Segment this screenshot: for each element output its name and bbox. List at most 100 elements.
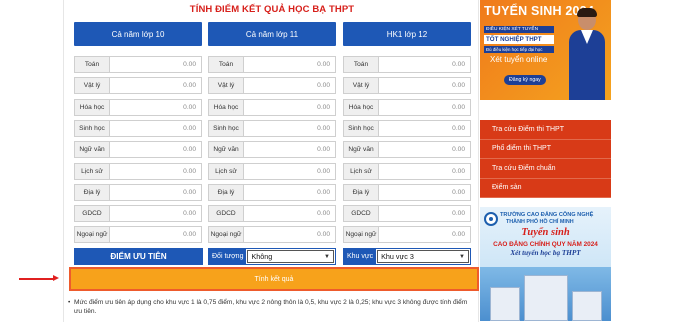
subject-label: GDCD — [344, 206, 379, 222]
score-row-grade11: GDCD 0.00 — [208, 205, 336, 223]
priority-group-label: Đối tượng — [209, 249, 247, 264]
score-input[interactable]: 0.00 — [110, 142, 201, 157]
college-headline: Tuyển sinh — [521, 227, 570, 238]
college-name-line1: TRƯỜNG CAO ĐẲNG CÔNG NGHỆ — [500, 212, 594, 218]
right-gutter — [612, 0, 680, 322]
subject-label: Vật lý — [75, 78, 110, 94]
score-input[interactable]: 0.00 — [379, 164, 470, 179]
score-row-grade10: GDCD 0.00 — [74, 205, 202, 223]
score-input[interactable]: 0.00 — [379, 100, 470, 115]
banner-line2: TỐT NGHIỆP THPT — [484, 35, 554, 44]
score-row-grade10: Lịch sử 0.00 — [74, 162, 202, 180]
subject-label: Vật lý — [344, 78, 379, 94]
score-input[interactable]: 0.00 — [379, 206, 470, 221]
score-input[interactable]: 0.00 — [110, 206, 201, 221]
region-value: Khu vực 3 — [381, 252, 414, 261]
priority-note-text: Mức điểm ưu tiên áp dụng cho khu vực 1 l… — [74, 299, 468, 315]
score-input[interactable]: 0.00 — [110, 57, 201, 72]
score-input[interactable]: 0.00 — [110, 227, 201, 242]
college-banner[interactable]: TRƯỜNG CAO ĐẲNG CÔNG NGHỆ THÀNH PHỐ HỒ C… — [480, 207, 611, 321]
score-input[interactable]: 0.00 — [110, 164, 201, 179]
subject-label: Ngoại ngữ — [75, 227, 110, 243]
column-header-grade12-hk1[interactable]: HK1 lớp 12 — [343, 22, 471, 46]
college-logo-icon — [484, 212, 498, 226]
score-row-grade12: Ngữ văn 0.00 — [343, 141, 471, 159]
calculate-button[interactable]: Tính kết quả — [69, 267, 479, 291]
score-row-grade10: Sinh học 0.00 — [74, 119, 202, 137]
score-input[interactable]: 0.00 — [379, 185, 470, 200]
score-row-grade12: Vật lý 0.00 — [343, 77, 471, 95]
student-photo — [565, 8, 609, 100]
score-input[interactable]: 0.00 — [244, 185, 335, 200]
subject-label: Ngữ văn — [209, 142, 244, 158]
score-input[interactable]: 0.00 — [110, 121, 201, 136]
sidebar-link-exam-scores[interactable]: Tra cứu Điểm thi THPT — [480, 120, 611, 140]
priority-group-dropdown[interactable]: Không ▼ — [247, 250, 334, 263]
banner-line1: ĐIỀU KIỆN XÉT TUYỂN — [484, 26, 554, 33]
arrow-right-icon — [19, 275, 59, 282]
score-input[interactable]: 0.00 — [379, 227, 470, 242]
admission-banner[interactable]: TUYỂN SINH 2024 ĐIỀU KIỆN XÉT TUYỂN TỐT … — [480, 0, 611, 100]
subject-label: Lịch sử — [344, 163, 379, 179]
chevron-down-icon: ▼ — [324, 253, 330, 260]
banner-line4: Xét tuyển online — [490, 55, 548, 64]
score-input[interactable]: 0.00 — [110, 185, 201, 200]
score-row-grade11: Vật lý 0.00 — [208, 77, 336, 95]
score-row-grade10: Địa lý 0.00 — [74, 183, 202, 201]
score-input[interactable]: 0.00 — [379, 121, 470, 136]
subject-label: Toán — [209, 57, 244, 72]
left-gutter — [0, 0, 63, 322]
sidebar-links: Tra cứu Điểm thi THPT Phổ điểm thi THPT … — [480, 120, 611, 198]
subject-label: Ngoại ngữ — [209, 227, 244, 243]
sidebar-link-floor-scores[interactable]: Điểm sàn — [480, 179, 611, 198]
column-header-grade11[interactable]: Cả năm lớp 11 — [208, 22, 336, 46]
chevron-down-icon: ▼ — [459, 253, 465, 260]
score-input[interactable]: 0.00 — [379, 78, 470, 93]
score-row-grade12: Ngoại ngữ 0.00 — [343, 226, 471, 244]
score-input[interactable]: 0.00 — [244, 78, 335, 93]
score-row-grade12: Sinh học 0.00 — [343, 119, 471, 137]
subject-label: Lịch sử — [75, 163, 110, 179]
subject-label: Địa lý — [344, 184, 379, 200]
subject-label: Sinh học — [344, 120, 379, 136]
priority-group-select[interactable]: Đối tượng Không ▼ — [208, 248, 336, 265]
score-input[interactable]: 0.00 — [110, 100, 201, 115]
region-dropdown[interactable]: Khu vực 3 ▼ — [377, 250, 469, 263]
region-label: Khu vực — [344, 249, 377, 264]
score-input[interactable]: 0.00 — [244, 206, 335, 221]
college-name-line2: THÀNH PHỐ HỒ CHÍ MINH — [506, 219, 574, 225]
score-row-grade12: Lịch sử 0.00 — [343, 162, 471, 180]
subject-label: Ngoại ngữ — [344, 227, 379, 243]
score-row-grade11: Sinh học 0.00 — [208, 119, 336, 137]
score-input[interactable]: 0.00 — [110, 78, 201, 93]
score-input[interactable]: 0.00 — [379, 57, 470, 72]
subject-label: Ngữ văn — [344, 142, 379, 158]
score-row-grade11: Hóa học 0.00 — [208, 98, 336, 116]
calculator-panel: TÍNH ĐIỂM KẾT QUẢ HỌC BẠ THPT Cả năm lớp… — [63, 0, 479, 322]
score-input[interactable]: 0.00 — [244, 100, 335, 115]
priority-note: • Mức điểm ưu tiên áp dụng cho khu vực 1… — [68, 298, 474, 316]
score-input[interactable]: 0.00 — [244, 121, 335, 136]
score-row-grade10: Ngữ văn 0.00 — [74, 141, 202, 159]
subject-label: Toán — [344, 57, 379, 72]
score-row-grade10: Hóa học 0.00 — [74, 98, 202, 116]
column-header-grade10[interactable]: Cả năm lớp 10 — [74, 22, 202, 46]
subject-label: Địa lý — [75, 184, 110, 200]
college-subline: CAO ĐẲNG CHÍNH QUY NĂM 2024 — [493, 241, 598, 248]
campus-image — [480, 267, 611, 321]
banner-cta-button[interactable]: Đăng ký ngay — [504, 75, 546, 85]
score-input[interactable]: 0.00 — [244, 142, 335, 157]
region-select[interactable]: Khu vực Khu vực 3 ▼ — [343, 248, 471, 265]
priority-points-button[interactable]: ĐIỂM ƯU TIÊN — [74, 248, 203, 265]
page: TÍNH ĐIỂM KẾT QUẢ HỌC BẠ THPT Cả năm lớp… — [0, 0, 680, 322]
score-input[interactable]: 0.00 — [244, 164, 335, 179]
score-input[interactable]: 0.00 — [244, 227, 335, 242]
subject-label: Hóa học — [344, 99, 379, 115]
sidebar-link-cutoff-scores[interactable]: Tra cứu Điểm chuẩn — [480, 159, 611, 179]
sidebar-link-score-distribution[interactable]: Phổ điểm thi THPT — [480, 140, 611, 159]
score-input[interactable]: 0.00 — [379, 142, 470, 157]
college-tagline: Xét tuyển học bạ THPT — [510, 249, 581, 257]
score-input[interactable]: 0.00 — [244, 57, 335, 72]
banner-line3: Đủ điều kiện học tiếp đại học — [484, 46, 554, 53]
score-row-grade12: Hóa học 0.00 — [343, 98, 471, 116]
